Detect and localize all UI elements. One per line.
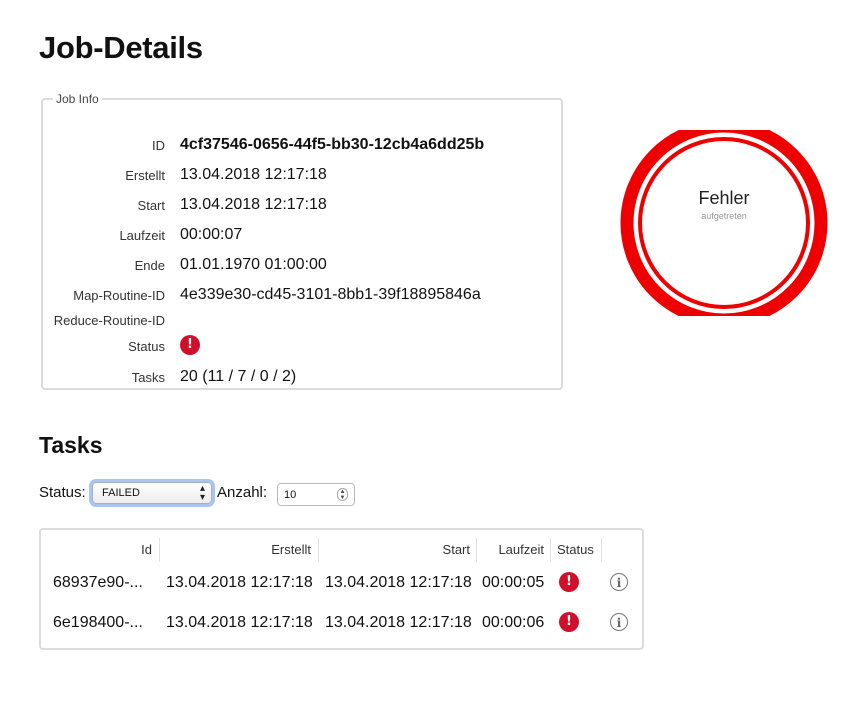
task-id-cell[interactable]: 6e198400-... [53, 614, 143, 632]
tasks-table: Id Erstellt Start Laufzeit Status 68937e… [39, 528, 644, 650]
column-header-created[interactable]: Erstellt [271, 542, 311, 557]
info-icon[interactable]: i [610, 573, 628, 591]
info-row-duration: Laufzeit 00:00:07 [43, 226, 561, 250]
status-ring: Fehler aufgetreten [618, 119, 830, 327]
task-start-cell: 13.04.2018 12:17:18 [325, 574, 472, 591]
info-value-map-routine: 4e339e30-cd45-3101-8bb1-39f18895846a [180, 286, 481, 303]
column-divider [601, 538, 602, 562]
status-filter-value: FAILED [102, 487, 140, 499]
info-value-start: 13.04.2018 12:17:18 [180, 196, 327, 213]
count-stepper[interactable]: 10 ▲ ▼ [277, 483, 355, 506]
task-created-cell: 13.04.2018 12:17:18 [166, 574, 313, 591]
column-divider [318, 538, 319, 562]
info-row-start: Start 13.04.2018 12:17:18 [43, 196, 561, 220]
stepper-arrows-icon[interactable]: ▲ ▼ [337, 488, 348, 501]
error-icon: ! [559, 612, 579, 632]
info-label-status: Status [128, 339, 165, 354]
error-icon: ! [559, 572, 579, 592]
task-created-cell: 13.04.2018 12:17:18 [166, 614, 313, 631]
status-ring-title: Fehler [698, 188, 750, 208]
info-row-map-routine: Map-Routine-ID 4e339e30-cd45-3101-8bb1-3… [43, 286, 561, 310]
info-value-id: 4cf37546-0656-44f5-bb30-12cb4a6dd25b [180, 136, 485, 153]
task-start-cell: 13.04.2018 12:17:18 [325, 614, 472, 631]
status-ring-outer [620, 119, 828, 327]
tasks-section-title: Tasks [39, 432, 103, 458]
count-stepper-value: 10 [284, 489, 297, 501]
column-header-id[interactable]: Id [141, 542, 152, 557]
status-ring-graphic [620, 119, 828, 327]
info-row-end: Ende 01.01.1970 01:00:00 [43, 256, 561, 280]
info-row-created: Erstellt 13.04.2018 12:17:18 [43, 166, 561, 190]
info-value-tasks: 20 (11 / 7 / 0 / 2) [180, 368, 297, 385]
error-icon: ! [180, 335, 200, 355]
column-header-start[interactable]: Start [443, 542, 470, 557]
job-info-panel: Job Info ID 4cf37546-0656-44f5-bb30-12cb… [41, 92, 563, 390]
info-icon[interactable]: i [610, 613, 628, 631]
info-label-tasks: Tasks [131, 370, 165, 385]
job-info-legend: Job Info [56, 92, 99, 106]
info-label-created: Erstellt [125, 168, 165, 183]
info-row-reduce-routine: Reduce-Routine-ID [43, 313, 561, 335]
info-value-created: 13.04.2018 12:17:18 [180, 166, 327, 183]
info-label-duration: Laufzeit [119, 228, 165, 243]
column-divider [159, 538, 160, 562]
task-duration-cell: 00:00:05 [482, 574, 545, 591]
task-id-cell[interactable]: 68937e90-... [53, 574, 143, 592]
status-filter-label: Status: [39, 484, 86, 501]
info-value-end: 01.01.1970 01:00:00 [180, 256, 327, 273]
info-label-map-routine: Map-Routine-ID [73, 288, 165, 303]
info-value-status: ! [180, 335, 200, 355]
count-filter-label: Anzahl: [217, 484, 268, 501]
page-title: Job-Details [39, 30, 203, 65]
column-header-duration[interactable]: Laufzeit [498, 542, 544, 557]
status-ring-inner [638, 137, 810, 309]
column-header-status[interactable]: Status [557, 542, 594, 557]
select-arrows-icon: ▴ ▾ [199, 483, 205, 503]
info-value-duration: 00:00:07 [180, 226, 243, 243]
column-divider [550, 538, 551, 562]
info-label-reduce-routine: Reduce-Routine-ID [53, 313, 165, 328]
task-duration-cell: 00:00:06 [482, 614, 545, 631]
info-label-id: ID [152, 138, 165, 153]
status-ring-subtitle: aufgetreten [701, 211, 747, 221]
info-row-id: ID 4cf37546-0656-44f5-bb30-12cb4a6dd25b [43, 136, 561, 160]
info-label-start: Start [137, 198, 165, 213]
column-divider [476, 538, 477, 562]
info-row-status: Status ! [43, 335, 561, 361]
status-filter-select[interactable]: FAILED ▴ ▾ [92, 482, 212, 504]
info-label-end: Ende [134, 258, 165, 273]
info-row-tasks: Tasks 20 (11 / 7 / 0 / 2) [43, 368, 561, 392]
